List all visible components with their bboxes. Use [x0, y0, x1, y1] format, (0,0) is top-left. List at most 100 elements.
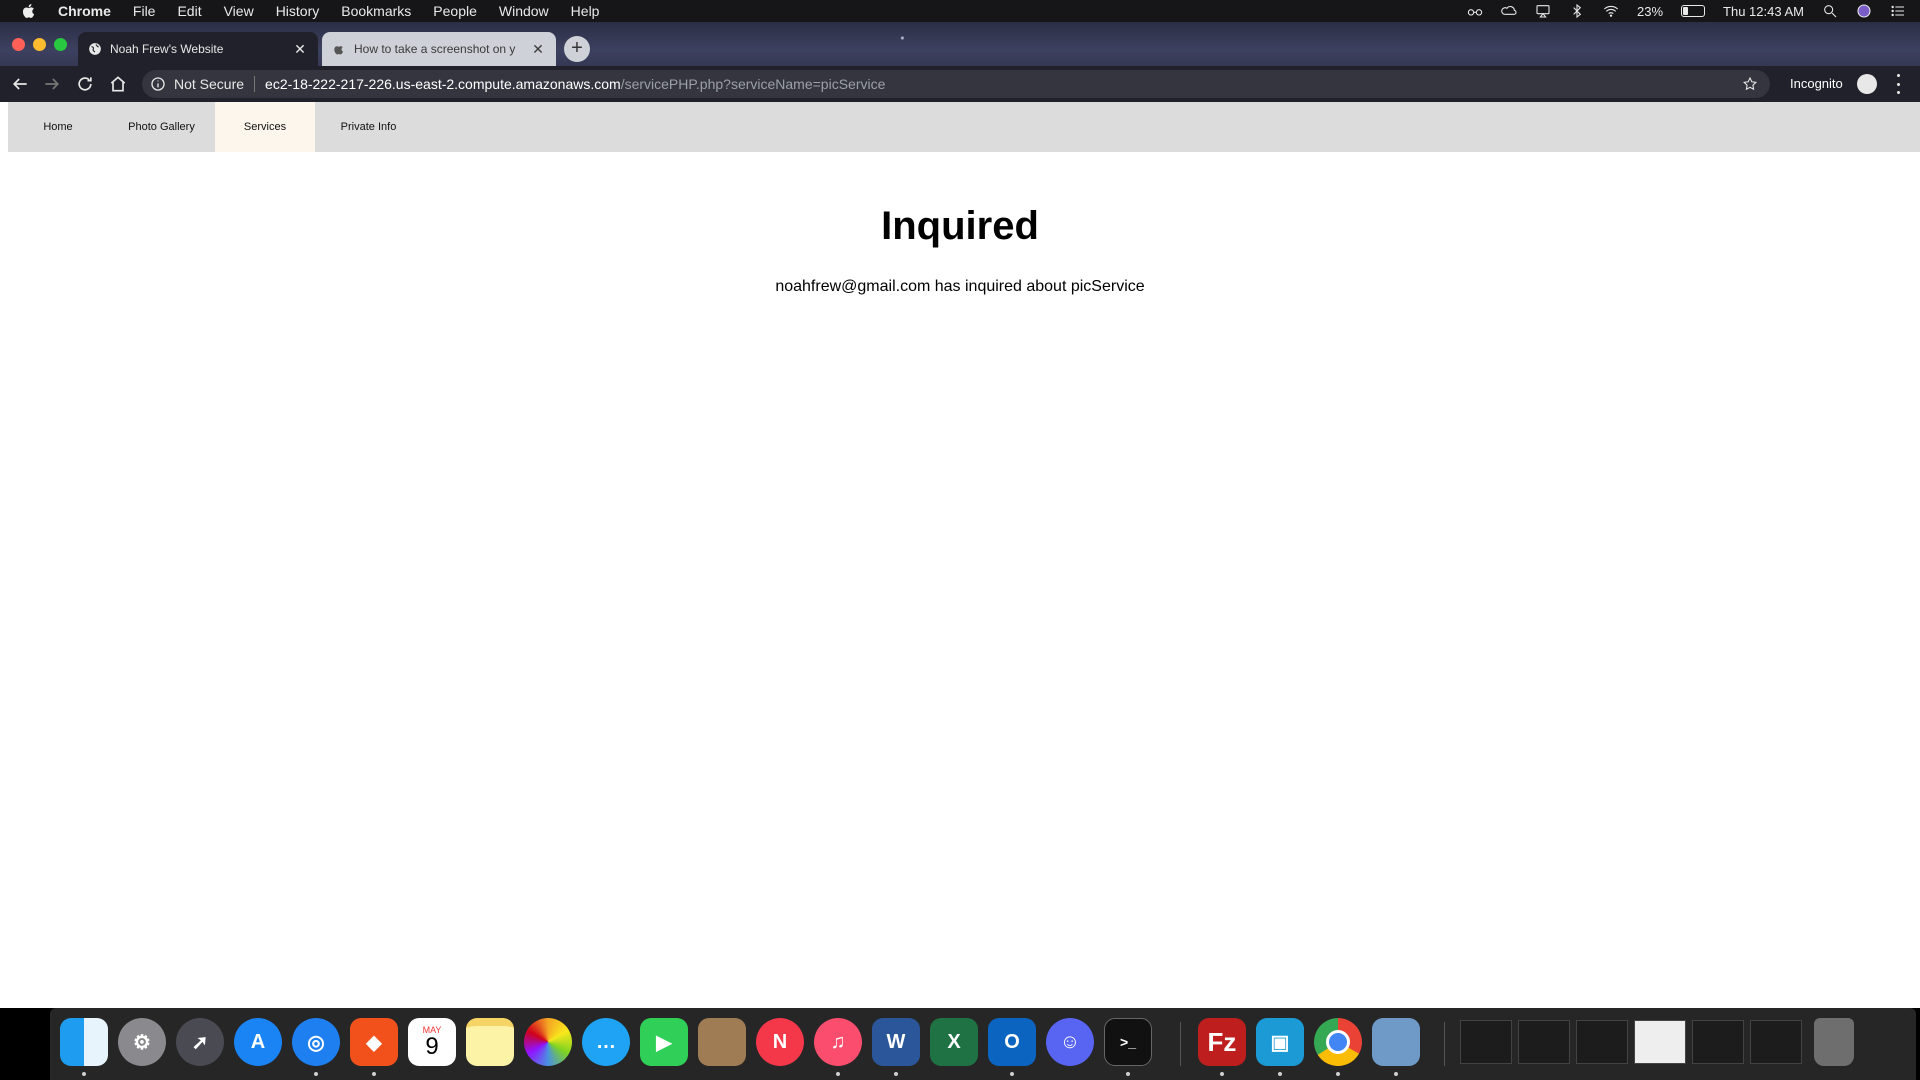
menu-history[interactable]: History	[276, 3, 320, 19]
menu-bookmarks[interactable]: Bookmarks	[341, 3, 411, 19]
home-icon	[110, 76, 126, 92]
page-heading: Inquired	[881, 204, 1039, 248]
web-page: Home Photo Gallery Services Private Info…	[0, 102, 1920, 1008]
wifi-icon[interactable]	[1603, 3, 1619, 19]
safari-icon[interactable]: ◎	[292, 1018, 340, 1066]
outlook-icon[interactable]: O	[988, 1018, 1036, 1066]
calendar-icon[interactable]: MAY 9	[408, 1018, 456, 1066]
tab-screenshot-howto[interactable]: How to take a screenshot on y ✕	[322, 32, 556, 66]
airplay-icon[interactable]	[1535, 3, 1551, 19]
facetime-icon[interactable]: ▶	[640, 1018, 688, 1066]
minimized-window-thumbnail[interactable]	[1518, 1020, 1570, 1064]
spotlight-search-icon[interactable]	[1822, 3, 1838, 19]
status-area: 23% Thu 12:43 AM	[1467, 0, 1906, 22]
window-controls	[12, 38, 67, 51]
apple-favicon-icon	[334, 46, 344, 55]
window-minimize-button[interactable]	[33, 38, 46, 51]
system-preferences-icon[interactable]: ⚙	[118, 1018, 166, 1066]
brave-icon[interactable]: ◆	[350, 1018, 398, 1066]
tableplus-icon[interactable]: ▣	[1256, 1018, 1304, 1066]
globe-icon	[89, 43, 101, 55]
tab-title: How to take a screenshot on y	[354, 42, 516, 56]
home-button[interactable]	[108, 74, 128, 94]
menu-bar: Chrome File Edit View History Bookmarks …	[0, 0, 1920, 22]
music-icon[interactable]: ♫	[814, 1018, 862, 1066]
inquiry-message: noahfrew@gmail.com has inquired about pi…	[775, 278, 1145, 295]
chrome-menu-button[interactable]	[1894, 74, 1902, 94]
siri-icon[interactable]	[1856, 3, 1872, 19]
preview-icon[interactable]	[1372, 1018, 1420, 1066]
app-store-icon[interactable]: A	[234, 1018, 282, 1066]
menu-help[interactable]: Help	[571, 3, 600, 19]
browser-titlebar: Noah Frew's Website ✕ How to take a scre…	[0, 22, 1920, 102]
bookmark-star-icon[interactable]	[1742, 76, 1758, 92]
dock-divider	[1180, 1022, 1181, 1066]
news-icon[interactable]: N	[756, 1018, 804, 1066]
photos-icon[interactable]	[524, 1018, 572, 1066]
menu-file[interactable]: File	[133, 3, 156, 19]
window-close-button[interactable]	[12, 38, 25, 51]
excel-icon[interactable]: X	[930, 1018, 978, 1066]
terminal-icon[interactable]: >_	[1104, 1018, 1152, 1066]
security-status[interactable]: Not Secure	[174, 76, 244, 92]
tab-title: Noah Frew's Website	[110, 42, 224, 56]
minimized-window-thumbnail[interactable]	[1460, 1020, 1512, 1064]
minimized-window-thumbnail[interactable]	[1750, 1020, 1802, 1064]
nav-services-link[interactable]: Services	[215, 102, 315, 152]
discord-icon[interactable]: ☺	[1046, 1018, 1094, 1066]
finder-icon[interactable]	[60, 1018, 108, 1066]
running-indicator	[836, 1072, 840, 1076]
new-tab-button[interactable]: +	[564, 36, 590, 62]
battery-percent: 23%	[1637, 3, 1664, 19]
battery-icon[interactable]	[1681, 5, 1706, 17]
glasses-icon[interactable]	[1467, 3, 1483, 19]
dock: ⚙ ➚ A ◎ ◆ MAY 9 … ▶ N ♫ W X O ☺ >_ Fz ▣	[50, 1008, 1916, 1080]
window-maximize-button[interactable]	[54, 38, 67, 51]
creative-cloud-icon[interactable]	[1501, 3, 1517, 19]
minimized-window-thumbnail[interactable]	[1576, 1020, 1628, 1064]
apple-menu-icon[interactable]	[20, 2, 38, 20]
contacts-icon[interactable]	[698, 1018, 746, 1066]
nav-private-info-link[interactable]: Private Info	[315, 102, 422, 152]
info-icon[interactable]	[150, 76, 166, 92]
trash-icon[interactable]	[1814, 1018, 1854, 1066]
minimized-window-thumbnail[interactable]	[1634, 1020, 1686, 1064]
launchpad-icon[interactable]: ➚	[176, 1018, 224, 1066]
dock-divider	[1444, 1022, 1445, 1066]
tab-noah-frews-website[interactable]: Noah Frew's Website ✕	[78, 32, 318, 66]
menu-view[interactable]: View	[224, 3, 254, 19]
site-navbar: Home Photo Gallery Services Private Info	[8, 102, 1920, 152]
omnibox-divider	[254, 76, 256, 92]
running-indicator	[82, 1072, 86, 1076]
tab-close-icon[interactable]: ✕	[530, 41, 546, 58]
incognito-icon[interactable]	[1857, 74, 1877, 94]
running-indicator	[1220, 1072, 1224, 1076]
menu-people[interactable]: People	[433, 3, 477, 19]
back-button[interactable]	[10, 74, 30, 94]
nav-photo-gallery-link[interactable]: Photo Gallery	[108, 102, 215, 152]
menu-window[interactable]: Window	[499, 3, 549, 19]
address-bar[interactable]: Not Secure ec2-18-222-217-226.us-east-2.…	[142, 70, 1770, 98]
clock[interactable]: Thu 12:43 AM	[1723, 4, 1804, 19]
filezilla-icon[interactable]: Fz	[1198, 1018, 1246, 1066]
reload-button[interactable]	[75, 74, 95, 94]
running-indicator	[1278, 1072, 1282, 1076]
notification-center-icon[interactable]	[1890, 3, 1906, 19]
word-icon[interactable]: W	[872, 1018, 920, 1066]
nav-home-link[interactable]: Home	[8, 102, 108, 152]
menu-edit[interactable]: Edit	[177, 3, 201, 19]
running-indicator	[894, 1072, 898, 1076]
notes-icon[interactable]	[466, 1018, 514, 1066]
running-indicator	[1394, 1072, 1398, 1076]
chrome-icon[interactable]	[1314, 1018, 1362, 1066]
bluetooth-icon[interactable]	[1569, 3, 1585, 19]
tab-close-icon[interactable]: ✕	[292, 41, 308, 58]
running-indicator	[314, 1072, 318, 1076]
browser-toolbar: Not Secure ec2-18-222-217-226.us-east-2.…	[0, 66, 1920, 102]
running-indicator	[1010, 1072, 1014, 1076]
menu-app-name[interactable]: Chrome	[58, 3, 111, 19]
messages-icon[interactable]: …	[582, 1018, 630, 1066]
minimized-window-thumbnail[interactable]	[1692, 1020, 1744, 1064]
forward-button[interactable]	[42, 74, 62, 94]
url-path: /servicePHP.php?serviceName=picService	[620, 76, 886, 92]
